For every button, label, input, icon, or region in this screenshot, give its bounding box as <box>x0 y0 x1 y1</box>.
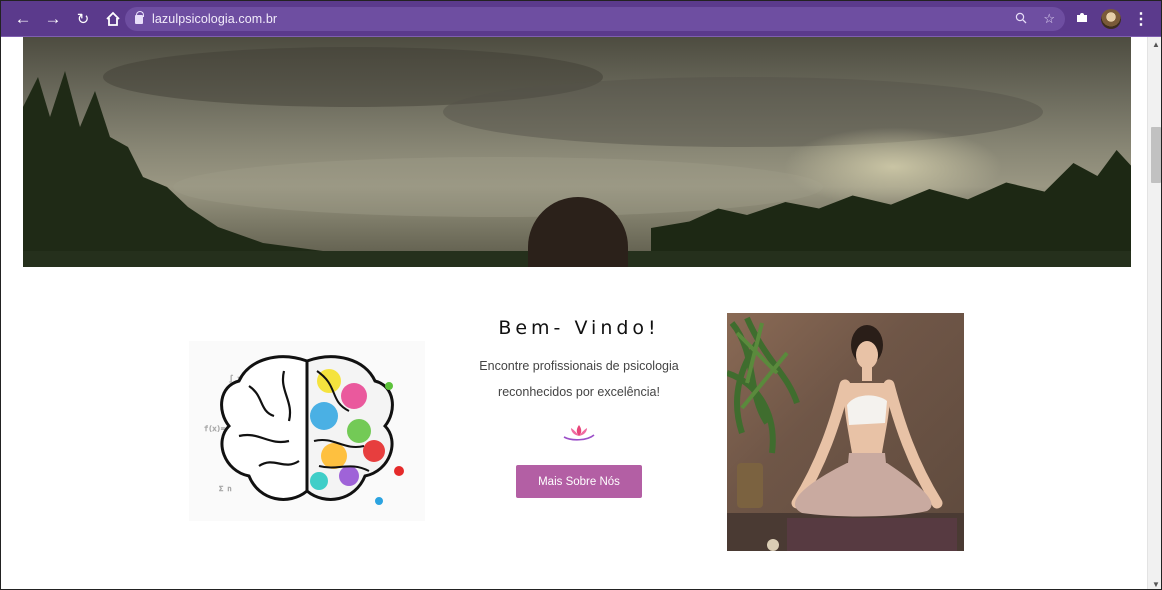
browser-window: ← → ↻ lazulpsicologia.com.br ☆ ⋮ f(x)= Σ… <box>0 0 1162 590</box>
lock-icon <box>135 10 144 24</box>
scroll-up-arrow-icon[interactable]: ▲ <box>1148 37 1161 51</box>
back-arrow-icon[interactable]: ← <box>11 7 35 31</box>
home-icon[interactable] <box>101 7 125 31</box>
about-us-button[interactable]: Mais Sobre Nós <box>516 465 642 498</box>
svg-text:Σ n: Σ n <box>219 485 232 493</box>
reload-icon[interactable]: ↻ <box>71 7 95 31</box>
page-viewport: ∫ x² dx f(x)= Σ n <box>1 37 1147 589</box>
scroll-down-arrow-icon[interactable]: ▼ <box>1148 577 1161 589</box>
extensions-puzzle-icon[interactable] <box>1075 10 1089 28</box>
welcome-title: Bem- Vindo! <box>498 317 660 339</box>
page-scrollbar[interactable]: ▲ ▼ <box>1147 37 1161 589</box>
lotus-icon <box>559 421 599 443</box>
url-text: lazulpsicologia.com.br <box>152 12 278 26</box>
address-bar[interactable]: lazulpsicologia.com.br ☆ <box>125 7 1065 31</box>
svg-text:f(x)=: f(x)= <box>204 425 225 433</box>
yoga-meditation-photo <box>727 313 964 551</box>
hero-image <box>23 37 1131 267</box>
browser-menu-icon[interactable]: ⋮ <box>1133 9 1149 29</box>
description-line-1: Encontre profissionais de psicologia <box>479 359 679 373</box>
forward-arrow-icon[interactable]: → <box>41 7 65 31</box>
description-line-2: reconhecidos por excelência! <box>498 385 660 399</box>
browser-toolbar: ← → ↻ lazulpsicologia.com.br ☆ ⋮ <box>1 1 1161 37</box>
zoom-icon[interactable] <box>1015 12 1027 27</box>
brain-illustration: ∫ x² dx f(x)= Σ n <box>189 341 425 521</box>
scrollbar-thumb[interactable] <box>1151 127 1161 183</box>
welcome-section: Bem- Vindo! Encontre profissionais de ps… <box>463 317 695 498</box>
welcome-description: Encontre profissionais de psicologia rec… <box>463 353 695 405</box>
profile-avatar[interactable] <box>1101 9 1121 29</box>
bookmark-star-icon[interactable]: ☆ <box>1043 11 1055 27</box>
